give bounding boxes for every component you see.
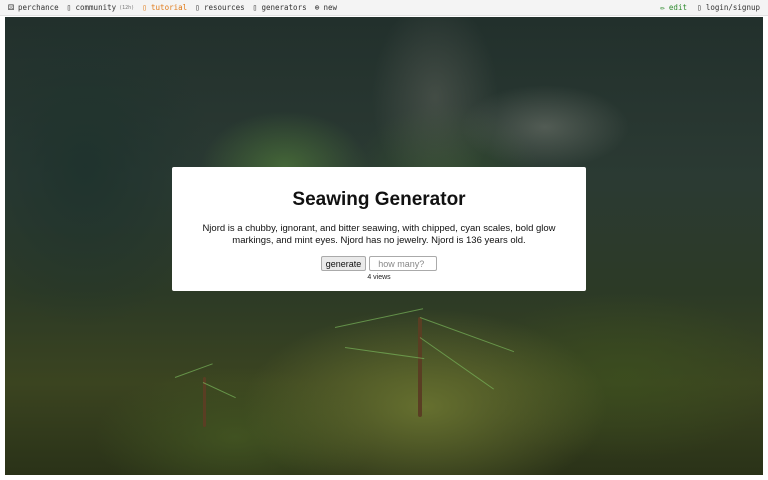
nav-login-label: login/signup [705, 3, 760, 12]
sapling-branch [334, 308, 424, 328]
sapling-branch [202, 382, 236, 399]
sapling-branch [419, 337, 495, 390]
nav-generators[interactable]: ▯ generators [253, 3, 307, 12]
nav-left-group: ⚄ perchance ▯ community (12h) ▯ tutorial… [8, 1, 345, 13]
nav-community-label: community [75, 3, 117, 12]
pencil-icon: ✏ [660, 2, 665, 12]
nav-login[interactable]: ▯ login/signup [697, 3, 760, 12]
nav-generators-label: generators [261, 3, 307, 12]
nav-perchance[interactable]: ⚄ perchance [8, 1, 59, 13]
dice-icon: ⚄ [8, 1, 15, 13]
how-many-input[interactable] [369, 256, 438, 271]
sapling-trunk [418, 317, 422, 417]
top-nav-bar: ⚄ perchance ▯ community (12h) ▯ tutorial… [0, 0, 768, 16]
nav-resources[interactable]: ▯ resources [195, 3, 244, 12]
book-icon: ▯ [142, 2, 148, 12]
list-icon: ▯ [252, 2, 258, 12]
chat-icon: ▯ [66, 2, 72, 12]
book-icon: ▯ [195, 2, 200, 12]
sapling-branch [344, 347, 425, 360]
nav-tutorial[interactable]: ▯ tutorial [142, 3, 187, 12]
views-count: 4 views [367, 274, 391, 281]
user-icon: ▯ [696, 2, 702, 12]
nav-edit[interactable]: ✏ edit [660, 3, 687, 12]
generator-output: Njord is a chubby, ignorant, and bitter … [202, 223, 556, 246]
plus-icon: ⊕ [314, 2, 320, 12]
nav-right-group: ✏ edit ▯ login/signup [660, 3, 760, 12]
generate-button[interactable]: generate [320, 256, 367, 271]
generator-title: Seawing Generator [292, 189, 466, 210]
sapling-branch [174, 363, 213, 378]
community-time-badge: (12h) [119, 4, 135, 11]
nav-tutorial-label: tutorial [151, 3, 188, 12]
nav-community[interactable]: ▯ community (12h) [67, 3, 135, 12]
nav-edit-label: edit [668, 3, 687, 12]
nav-perchance-label: perchance [18, 3, 59, 12]
generate-controls: generate [172, 256, 586, 271]
nav-resources-label: resources [203, 3, 245, 12]
nav-new[interactable]: ⊕ new [315, 3, 337, 12]
nav-new-label: new [323, 3, 337, 12]
generator-card: Seawing Generator Njord is a chubby, ign… [172, 167, 586, 291]
